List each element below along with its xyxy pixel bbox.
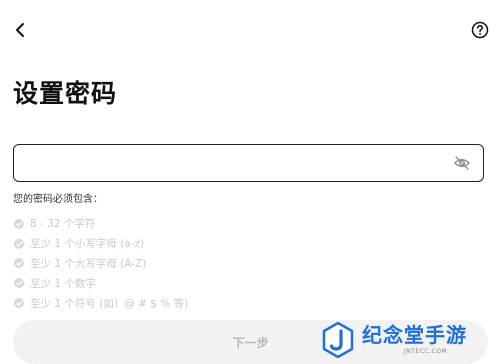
watermark-logo <box>322 322 354 358</box>
back-button[interactable] <box>9 19 31 41</box>
password-field[interactable] <box>13 144 484 183</box>
requirement-item: 至少 1 个小写字母 (a-z) <box>14 234 188 254</box>
requirement-text: 8 - 32 个字符 <box>30 218 96 231</box>
help-button[interactable] <box>469 19 491 41</box>
requirement-text: 至少 1 个数字 <box>30 277 96 290</box>
password-input[interactable] <box>24 145 448 183</box>
check-circle-icon <box>14 278 24 289</box>
check-circle-icon <box>14 258 24 269</box>
requirement-item: 至少 1 个数字 <box>14 273 188 293</box>
page-title: 设置密码 <box>13 79 118 108</box>
requirement-item: 至少 1 个大写字母 (A-Z) <box>14 254 188 274</box>
watermark-text: 纪念堂手游 <box>362 323 467 347</box>
watermark: 纪念堂手游 JNTECC.COM <box>322 322 497 360</box>
requirements-list: 8 - 32 个字符 至少 1 个小写字母 (a-z) 至少 1 个大写字母 (… <box>14 214 188 313</box>
requirement-text: 至少 1 个小写字母 (a-z) <box>30 238 145 251</box>
requirement-item: 至少 1 个符号 (如！@ # $ % 等) <box>14 293 188 313</box>
check-circle-icon <box>14 238 24 249</box>
check-circle-icon <box>14 298 24 309</box>
check-circle-icon <box>14 218 24 229</box>
password-visibility-toggle[interactable] <box>453 154 471 172</box>
requirement-item: 8 - 32 个字符 <box>14 214 188 234</box>
requirement-text: 至少 1 个符号 (如！@ # $ % 等) <box>30 297 189 310</box>
chevron-left-icon <box>16 23 24 37</box>
watermark-subtext: JNTECC.COM <box>404 348 448 355</box>
question-circle-icon <box>471 21 489 39</box>
requirements-heading: 您的密码必须包含： <box>13 194 103 205</box>
eye-off-icon <box>453 156 471 170</box>
requirement-text: 至少 1 个大写字母 (A-Z) <box>30 257 147 270</box>
